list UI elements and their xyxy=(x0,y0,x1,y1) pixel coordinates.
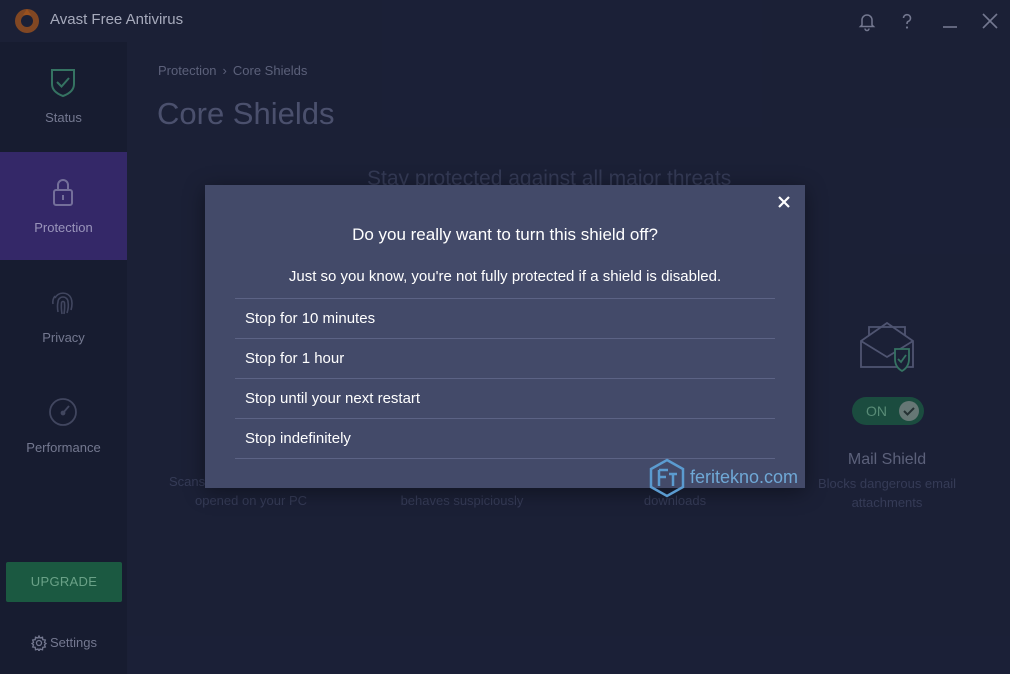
turn-off-shield-dialog: Do you really want to turn this shield o… xyxy=(205,185,805,488)
option-stop-indefinitely[interactable]: Stop indefinitely xyxy=(235,419,775,459)
dialog-message: Just so you know, you're not fully prote… xyxy=(288,268,722,285)
dialog-close-icon[interactable] xyxy=(776,194,792,210)
dialog-title: Do you really want to turn this shield o… xyxy=(352,225,658,244)
option-stop-10-minutes[interactable]: Stop for 10 minutes xyxy=(235,299,775,339)
option-stop-1-hour[interactable]: Stop for 1 hour xyxy=(235,339,775,379)
option-stop-until-restart[interactable]: Stop until your next restart xyxy=(235,379,775,419)
watermark-text: feritekno.com xyxy=(690,467,799,487)
stop-options-list: Stop for 10 minutes Stop for 1 hour Stop… xyxy=(235,298,775,459)
app-window: Avast Free Antivirus Status Protection P… xyxy=(0,0,1010,674)
watermark-logo-icon xyxy=(648,458,686,498)
